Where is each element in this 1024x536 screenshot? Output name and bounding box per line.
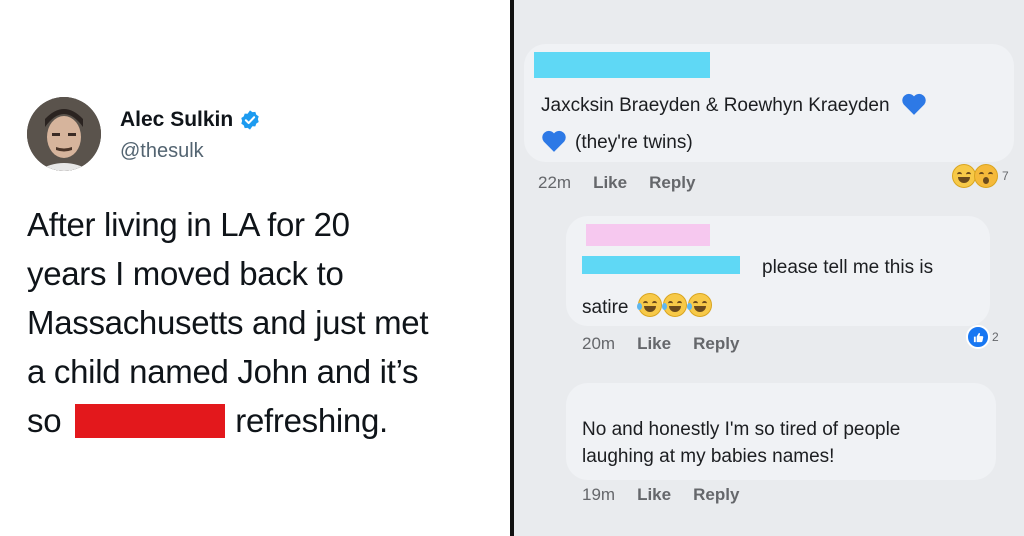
reply-link[interactable]: Reply [693, 485, 739, 505]
comment-text-line: Jaxcksin Braeyden & Roewhyn Kraeyden [541, 95, 890, 116]
tweet-line: a child named John and it’s [27, 353, 419, 390]
blue-heart-icon [542, 130, 566, 152]
tweet-line: Massachusetts and just met [27, 304, 429, 341]
handle[interactable]: @thesulk [120, 140, 204, 163]
reply-link[interactable]: Reply [649, 173, 695, 193]
comment-text: laughing at my babies names! [582, 446, 835, 467]
crying-laughing-emoji [687, 293, 713, 317]
tweet-text: After living in LA for 20 years I moved … [27, 200, 497, 445]
comment-bubble: No and honestly I'm so tired of people l… [566, 383, 996, 480]
comment-thread: Jaxcksin Braeyden & Roewhyn Kraeyden (th… [514, 0, 1024, 536]
reaction-count: 7 [1002, 169, 1009, 183]
comment-text: (they're twins) [541, 129, 693, 154]
tweet-word-refreshing: refreshing. [235, 402, 388, 439]
like-link[interactable]: Like [637, 485, 671, 505]
redacted-name [586, 224, 710, 246]
comment-meta: 20m Like Reply [582, 334, 739, 354]
verified-badge-icon [241, 110, 259, 130]
comment-meta: 22m Like Reply [538, 173, 695, 193]
tweet-word-so: so [27, 402, 62, 439]
crying-laughing-emoji [636, 293, 662, 317]
reaction-count: 2 [992, 330, 999, 344]
display-name-text[interactable]: Alec Sulkin [120, 108, 233, 132]
like-link[interactable]: Like [637, 334, 671, 354]
comment-time[interactable]: 22m [538, 173, 571, 193]
tweet-card: Alec Sulkin @thesulk After living in LA … [0, 0, 510, 536]
comment-text: please tell me this is [762, 257, 934, 278]
comment-time[interactable]: 19m [582, 485, 615, 505]
redaction-bar [75, 404, 226, 438]
blue-heart-icon [902, 93, 926, 115]
tweet-line-last: so refreshing. [27, 396, 497, 445]
comment-bubble: Jaxcksin Braeyden & Roewhyn Kraeyden (th… [524, 44, 1014, 162]
reply-link[interactable]: Reply [693, 334, 739, 354]
comment-meta: 19m Like Reply [582, 485, 739, 505]
reaction-summary[interactable]: 7 [952, 164, 1009, 188]
tweet-line: years I moved back to [27, 255, 344, 292]
thumbs-up-icon [966, 325, 990, 349]
redacted-name [534, 52, 710, 78]
comment-time[interactable]: 20m [582, 334, 615, 354]
comment-text-line: satire [582, 297, 629, 318]
comment-text: Jaxcksin Braeyden & Roewhyn Kraeyden [541, 92, 927, 117]
like-link[interactable]: Like [593, 173, 627, 193]
display-name[interactable]: Alec Sulkin [120, 108, 261, 132]
comment-text-line: (they're twins) [575, 132, 693, 153]
avatar[interactable] [27, 97, 101, 171]
reaction-summary[interactable]: 2 [966, 325, 999, 349]
redacted-name [582, 256, 740, 274]
comment-text: No and honestly I'm so tired of people [582, 419, 901, 440]
haha-reaction-icon [952, 164, 976, 188]
tweet-line: After living in LA for 20 [27, 206, 350, 243]
wow-reaction-icon [974, 164, 998, 188]
comment-bubble: please tell me this is satire [566, 216, 990, 326]
comment-text: satire [582, 293, 713, 319]
crying-laughing-emoji [662, 293, 688, 317]
